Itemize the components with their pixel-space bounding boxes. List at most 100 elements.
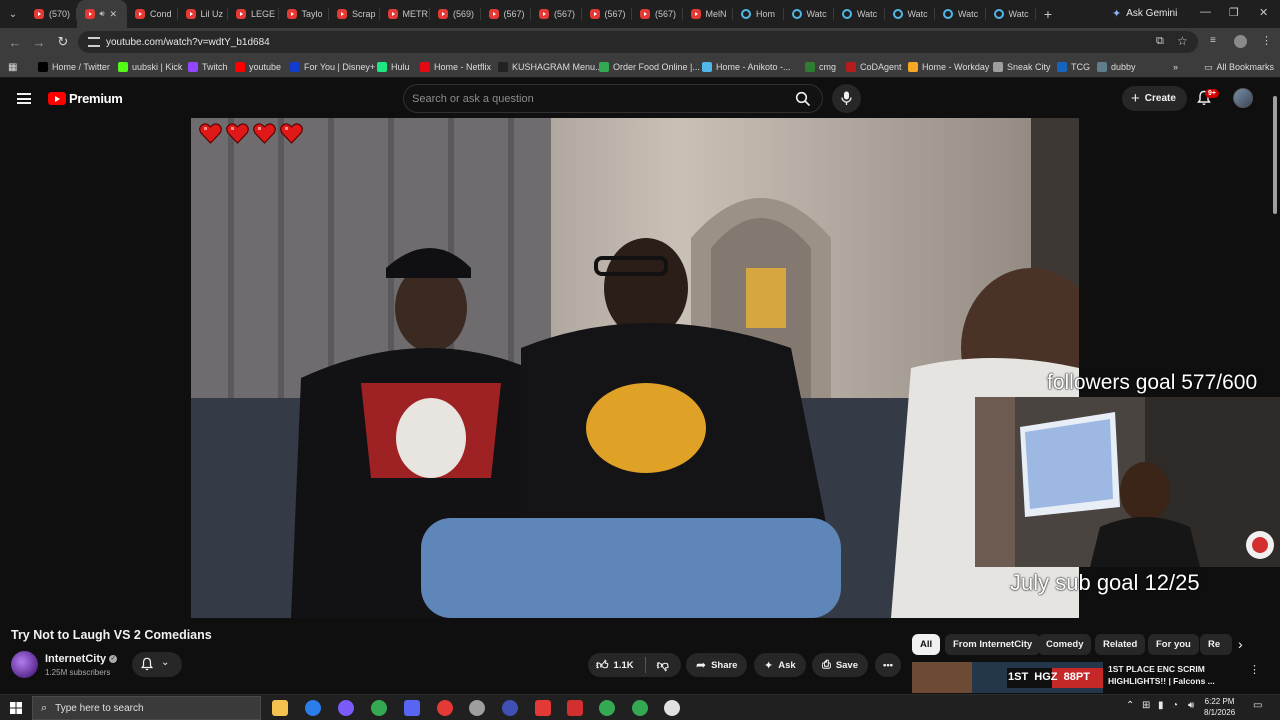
share-button[interactable]: ➦ Share — [686, 653, 748, 677]
browser-tab[interactable]: Watc — [834, 0, 885, 28]
bookmark-item[interactable]: Order Food Online |... — [599, 60, 700, 74]
browser-tab[interactable]: Watc — [784, 0, 834, 28]
bookmark-item[interactable]: Sneak City — [993, 60, 1051, 74]
minimize-icon[interactable]: — — [1200, 6, 1211, 18]
search-input[interactable] — [412, 89, 782, 109]
close-window-icon[interactable]: ✕ — [1259, 6, 1268, 19]
browser-menu-icon[interactable]: ⋮ — [1261, 34, 1272, 47]
browser-tab[interactable]: Hom — [733, 0, 784, 28]
bookmark-item[interactable]: KUSHAGRAM Menu... — [498, 60, 603, 74]
browser-tab[interactable]: (569) — [430, 0, 481, 28]
page-scrollbar[interactable] — [1273, 96, 1277, 214]
create-button[interactable]: + Create — [1122, 86, 1187, 111]
browser-tab[interactable]: Cond — [127, 0, 178, 28]
recommended-menu-icon[interactable]: ⋮ — [1249, 663, 1260, 676]
guide-menu-icon[interactable] — [17, 93, 31, 104]
browser-tab[interactable]: METR — [380, 0, 430, 28]
bookmark-item[interactable]: Home - Workday — [908, 60, 989, 74]
youtube-brand-label[interactable]: Premium — [69, 91, 123, 106]
search-box[interactable] — [403, 84, 823, 113]
chevron-right-icon[interactable]: › — [1238, 636, 1243, 652]
youtube-logo-icon[interactable] — [48, 92, 66, 105]
browser-tab[interactable]: 🔊︎ ✕ — [76, 0, 127, 28]
wifi-icon[interactable]: ◔ — [1172, 700, 1178, 711]
more-actions-button[interactable]: ••• — [875, 653, 901, 677]
filter-chip[interactable]: From InternetCity — [945, 634, 1041, 655]
clock-app-icon[interactable] — [664, 700, 680, 716]
restore-icon[interactable]: ❐ — [1229, 6, 1239, 19]
volume-icon[interactable]: 🔊︎ — [1188, 700, 1194, 711]
recommended-thumbnail[interactable]: 1ST HGZ 88PT — [912, 662, 1103, 693]
app-icon-8[interactable] — [502, 700, 518, 716]
bookmark-item[interactable]: Twitch — [188, 60, 228, 74]
account-avatar[interactable] — [1233, 88, 1253, 108]
filter-chip[interactable]: Re — [1200, 634, 1232, 655]
filter-chip[interactable]: Related — [1095, 634, 1146, 655]
valorant-icon[interactable] — [567, 700, 583, 716]
browser-tab[interactable]: Watc — [885, 0, 935, 28]
file-explorer-icon[interactable] — [272, 700, 288, 716]
voice-search-button[interactable] — [832, 84, 861, 113]
obs-icon[interactable] — [469, 700, 485, 716]
chrome-icon[interactable] — [371, 700, 387, 716]
youtube-app-icon[interactable] — [437, 700, 453, 716]
browser-tab[interactable]: (567) — [632, 0, 683, 28]
browser-tab[interactable]: Lil Uz — [178, 0, 228, 28]
channel-name-link[interactable]: InternetCity ✓ — [45, 653, 118, 665]
profile-icon[interactable] — [1234, 35, 1247, 48]
media-controls-icon[interactable]: ≡ — [1210, 35, 1216, 46]
discord-icon[interactable] — [404, 700, 420, 716]
bookmark-item[interactable]: Home - Anikoto -... — [702, 60, 791, 74]
apps-icon[interactable]: ▦ — [8, 60, 17, 74]
browser-tab[interactable]: (567) — [481, 0, 531, 28]
recommended-title[interactable]: 1ST PLACE ENC SCRIM HIGHLIGHTS!! | Falco… — [1108, 663, 1238, 687]
microphone-tray-icon[interactable]: ▮ — [1158, 700, 1164, 711]
new-tab-button[interactable]: + — [1036, 6, 1060, 22]
dislike-button[interactable]: 👎︎ — [657, 658, 669, 673]
bookmarks-overflow-icon[interactable]: » — [1173, 60, 1178, 74]
filter-chip[interactable]: Comedy — [1038, 634, 1092, 655]
bookmark-item[interactable]: Home / Twitter — [38, 60, 110, 74]
chrome-profile-icon-2[interactable] — [632, 700, 648, 716]
tab-search-icon[interactable]: ⌄ — [0, 0, 26, 28]
bookmark-item[interactable]: uubski | Kick — [118, 60, 182, 74]
browser-tab[interactable]: Watc — [986, 0, 1036, 28]
like-button[interactable]: 👍︎ 1.1K — [596, 658, 634, 673]
tray-overflow-icon[interactable]: ⌃ — [1126, 700, 1134, 711]
all-bookmarks-button[interactable]: ▭ All Bookmarks — [1204, 60, 1274, 74]
bookmark-item[interactable]: dubby — [1097, 60, 1136, 74]
browser-tab[interactable]: MelN — [683, 0, 733, 28]
browser-tab[interactable]: Taylo — [279, 0, 329, 28]
browser-tab[interactable]: (570) — [26, 0, 77, 28]
filter-chip[interactable]: All — [912, 634, 941, 655]
windows-start-icon[interactable] — [10, 702, 22, 714]
browser-tab[interactable]: Watc — [935, 0, 986, 28]
taskbar-clock[interactable]: 6:22 PM 8/1/2026 — [1204, 696, 1235, 718]
back-icon[interactable]: ← — [3, 35, 27, 50]
network-icon[interactable]: ⊞ — [1142, 700, 1150, 711]
app-icon-9[interactable] — [535, 700, 551, 716]
bookmark-item[interactable]: Home - Netflix — [420, 60, 491, 74]
notification-center-icon[interactable]: ▭ — [1253, 700, 1262, 711]
address-bar[interactable]: youtube.com/watch?v=wdtY_b1d684 — [78, 31, 1198, 53]
bookmark-item[interactable]: For You | Disney+ — [290, 60, 375, 74]
bookmark-item[interactable]: Hulu — [377, 60, 410, 74]
browser-tab[interactable]: Scrap — [329, 0, 380, 28]
browser-tab[interactable]: (567) — [531, 0, 582, 28]
ask-gemini-button[interactable]: ✦ Ask Gemini — [1104, 3, 1185, 24]
tab-close-icon[interactable]: ✕ — [110, 9, 118, 20]
site-info-icon[interactable] — [88, 37, 100, 47]
bookmark-item[interactable]: cmg — [805, 60, 836, 74]
ask-button[interactable]: ✦ Ask — [754, 653, 806, 677]
chrome-profile-icon-1[interactable] — [599, 700, 615, 716]
browser-tab[interactable]: LEGE — [228, 0, 279, 28]
video-player[interactable] — [191, 118, 1079, 618]
reload-icon[interactable]: ↻ — [51, 34, 75, 50]
browser-tab[interactable]: (567) — [582, 0, 632, 28]
bookmark-item[interactable]: TCG — [1057, 60, 1090, 74]
install-app-icon[interactable]: ⧉ — [1156, 35, 1164, 48]
subscription-notifications-button[interactable]: ⌄ — [132, 652, 182, 677]
bookmark-star-icon[interactable]: ☆ — [1177, 34, 1188, 48]
taskbar-search-box[interactable]: ⌕ Type here to search — [32, 696, 261, 720]
app-icon-3[interactable] — [338, 700, 354, 716]
